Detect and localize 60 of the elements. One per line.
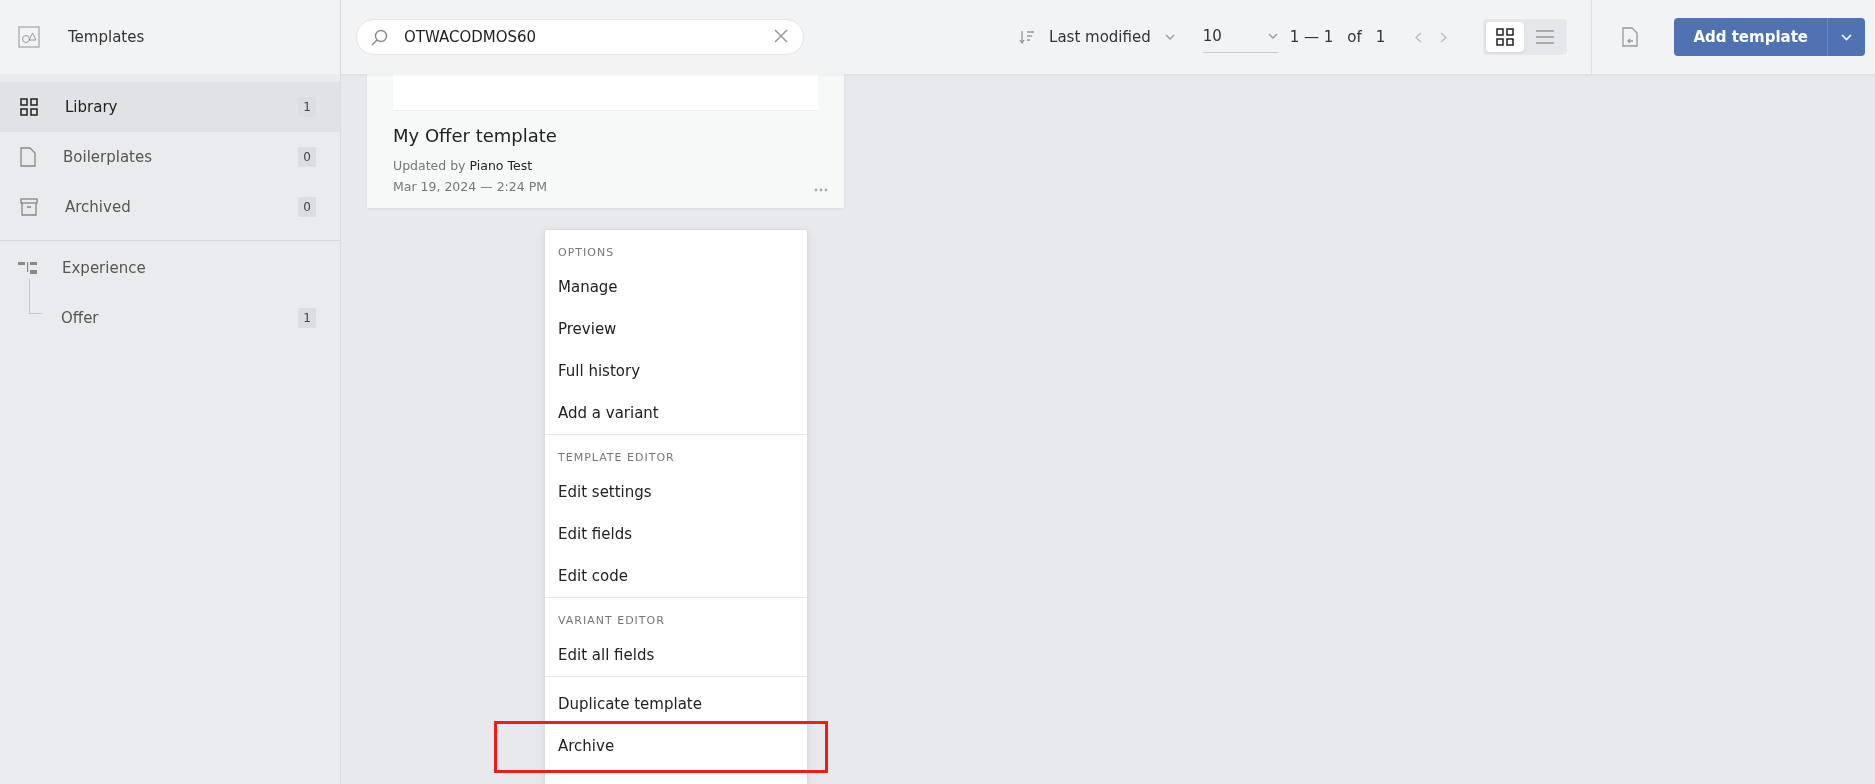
menu-item[interactable]: Edit code bbox=[545, 555, 807, 597]
menu-item[interactable]: Duplicate template bbox=[545, 683, 807, 725]
menu-section-heading: OPTIONS bbox=[557, 245, 616, 261]
menu-section-heading: TEMPLATE EDITOR bbox=[557, 450, 676, 466]
menu-item[interactable]: Edit settings bbox=[545, 471, 807, 513]
chevron-down-icon bbox=[1267, 33, 1278, 39]
page-size-select[interactable]: 10 bbox=[1202, 21, 1278, 53]
updated-by-text: Updated by Piano Test bbox=[393, 158, 534, 173]
grid-icon bbox=[1496, 28, 1515, 46]
sidebar-item[interactable]: Offer 1 bbox=[0, 293, 340, 343]
menu-item[interactable]: Edit fields bbox=[545, 513, 807, 555]
count-badge: 1 bbox=[298, 308, 316, 328]
search-field[interactable]: OTWACODMOS60 bbox=[356, 19, 804, 55]
sidebar-title: Templates bbox=[68, 28, 145, 46]
chevron-left-icon[interactable] bbox=[1415, 31, 1423, 43]
sidebar-item[interactable]: Boilerplates 0 bbox=[0, 132, 340, 182]
updated-date: Mar 19, 2024 — 2:24 PM bbox=[393, 179, 549, 194]
tree-connector bbox=[29, 279, 42, 314]
search-icon bbox=[371, 29, 388, 46]
tree-item-label[interactable]: Experience bbox=[62, 259, 316, 277]
item-label: Library bbox=[65, 98, 119, 116]
list-icon bbox=[1536, 30, 1555, 44]
count-badge: 0 bbox=[298, 147, 316, 167]
ellipsis-icon bbox=[814, 188, 828, 192]
shapes-icon bbox=[18, 26, 40, 48]
sort-icon bbox=[1019, 30, 1036, 44]
add-options-button[interactable] bbox=[1827, 18, 1865, 56]
count-badge: 1 bbox=[298, 97, 316, 117]
of-label: of bbox=[1347, 28, 1362, 46]
item-label: Boilerplates bbox=[63, 148, 153, 166]
chevron-down-icon bbox=[1841, 33, 1852, 41]
document-arrow-icon bbox=[1622, 27, 1639, 47]
add-template-button[interactable]: Add template bbox=[1674, 18, 1827, 56]
menu-section-heading: VARIANT EDITOR bbox=[557, 613, 666, 629]
grid-icon bbox=[20, 98, 38, 116]
menu-item[interactable]: Manage bbox=[545, 266, 807, 308]
template-card[interactable]: My Offer template Updated by Piano Test Mar 19, 2024 — 2:24 PM bbox=[367, 74, 844, 208]
item-label: Offer bbox=[61, 309, 100, 327]
chevron-right-icon[interactable] bbox=[1440, 31, 1448, 43]
menu-item[interactable]: Add a variant bbox=[545, 392, 807, 434]
menu-item[interactable]: Archive bbox=[545, 725, 807, 767]
document-icon bbox=[20, 147, 36, 167]
close-icon[interactable] bbox=[774, 29, 788, 43]
item-label: Archived bbox=[65, 198, 132, 216]
sidebar-item[interactable]: Archived 0 bbox=[0, 182, 340, 232]
sort-dropdown[interactable]: Last modified bbox=[1019, 28, 1175, 46]
more-button[interactable] bbox=[812, 186, 830, 194]
total-count: 1 bbox=[1375, 28, 1386, 46]
menu-item[interactable]: Preview bbox=[545, 308, 807, 350]
menu-item[interactable]: Full history bbox=[545, 350, 807, 392]
hierarchy-icon bbox=[18, 262, 37, 274]
count-badge: 0 bbox=[298, 197, 316, 217]
sidebar-item[interactable]: Library 1 bbox=[0, 82, 340, 132]
template-title: My Offer template bbox=[393, 125, 558, 146]
archive-box-icon bbox=[20, 198, 38, 216]
menu-item[interactable]: Edit all fields bbox=[545, 634, 807, 676]
sort-label: Last modified bbox=[1049, 28, 1151, 46]
chevron-down-icon bbox=[1164, 34, 1175, 40]
grid-view-button[interactable] bbox=[1486, 22, 1525, 52]
page-range: 1 — 1 bbox=[1289, 28, 1334, 46]
